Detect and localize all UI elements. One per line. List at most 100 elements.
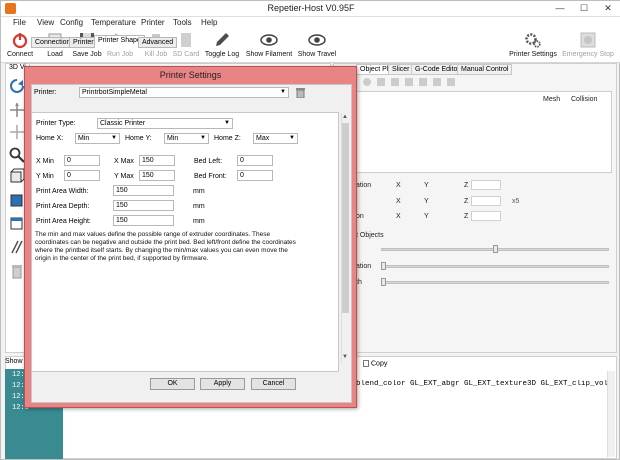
home-x-select[interactable]: Min ▼ bbox=[75, 133, 120, 144]
rotate-icon[interactable] bbox=[9, 78, 25, 94]
pencil-icon bbox=[216, 33, 229, 46]
height-unit: mm bbox=[193, 218, 205, 225]
menu-config[interactable]: Config bbox=[60, 18, 83, 27]
zoom-icon[interactable] bbox=[9, 147, 25, 163]
log-show-label[interactable]: Show bbox=[5, 358, 23, 365]
window-title: Repetier-Host V0.95F bbox=[267, 3, 355, 13]
axis-z-label: Z bbox=[464, 198, 469, 205]
move-object-icon[interactable] bbox=[9, 124, 25, 140]
dialog-title: Printer Settings bbox=[159, 70, 222, 80]
tab-manual-control[interactable]: Manual Control bbox=[457, 64, 513, 75]
maximize-button[interactable]: ☐ bbox=[573, 1, 595, 15]
menu-view[interactable]: View bbox=[37, 18, 54, 27]
connect-button[interactable]: Connect bbox=[6, 31, 34, 58]
tab-slicer[interactable]: Slicer bbox=[388, 64, 414, 75]
app-window: Repetier-Host V0.95F — ☐ ✕ File View Con… bbox=[0, 0, 620, 460]
eye-icon bbox=[260, 34, 278, 46]
autoposition-icon[interactable] bbox=[391, 78, 399, 86]
cube-view-icon[interactable] bbox=[9, 168, 25, 184]
toggle-log-button[interactable]: Toggle Log bbox=[203, 31, 241, 58]
show-filament-button[interactable]: Show Filament bbox=[244, 31, 294, 58]
slider-knob[interactable] bbox=[493, 245, 498, 253]
axis-x-label: X bbox=[396, 213, 401, 220]
move-icon[interactable] bbox=[9, 102, 25, 118]
chevron-down-icon: ▼ bbox=[200, 135, 206, 141]
menu-printer[interactable]: Printer bbox=[141, 18, 165, 27]
scroll-down-icon[interactable]: ▼ bbox=[342, 354, 348, 360]
parallel-lines-icon[interactable] bbox=[9, 239, 25, 255]
copy-log-button[interactable]: Copy bbox=[363, 360, 387, 367]
lock-scale-badge[interactable]: x5 bbox=[512, 198, 519, 205]
translation-z-input[interactable] bbox=[471, 180, 501, 190]
bed-front-input[interactable]: 0 bbox=[237, 170, 273, 181]
tab-gcode-editor[interactable]: G-Code Editor bbox=[411, 64, 464, 75]
rotation-slider-label: ation bbox=[356, 263, 372, 270]
rotation-slider-knob[interactable] bbox=[381, 262, 386, 270]
emergency-stop-button[interactable]: Emergency Stop bbox=[561, 31, 615, 58]
trash-icon[interactable] bbox=[296, 88, 305, 98]
log-scrollbar[interactable] bbox=[607, 371, 615, 457]
y-max-input[interactable]: 150 bbox=[139, 170, 175, 181]
tab-advanced[interactable]: Advanced bbox=[138, 37, 178, 48]
print-area-depth-input[interactable]: 150 bbox=[113, 200, 174, 211]
depth-unit: mm bbox=[193, 203, 205, 210]
home-y-select[interactable]: Min ▼ bbox=[164, 133, 209, 144]
dialog-scrollbar-thumb[interactable] bbox=[342, 123, 349, 313]
print-area-width-label: Print Area Width: bbox=[36, 188, 89, 195]
menu-help[interactable]: Help bbox=[201, 18, 217, 27]
add-object-icon[interactable] bbox=[363, 78, 371, 86]
top-view-icon[interactable] bbox=[9, 215, 25, 231]
x-max-input[interactable]: 150 bbox=[139, 155, 175, 166]
depth-slider-track[interactable] bbox=[381, 281, 609, 284]
power-icon bbox=[12, 33, 28, 49]
rotation-label: on bbox=[356, 213, 364, 220]
center-object-icon[interactable] bbox=[405, 78, 413, 86]
printer-type-select[interactable]: Classic Printer ▼ bbox=[97, 118, 233, 129]
close-window-button[interactable]: ✕ bbox=[597, 1, 619, 15]
cut-object-icon[interactable] bbox=[433, 78, 441, 86]
home-x-label: Home X: bbox=[36, 135, 64, 142]
print-area-height-input[interactable]: 150 bbox=[113, 215, 174, 226]
object-toolbar bbox=[359, 77, 609, 89]
depth-slider-knob[interactable] bbox=[381, 278, 386, 286]
printer-select[interactable]: PrintrbotSimpleMetal ▼ bbox=[79, 87, 289, 98]
x-min-input[interactable]: 0 bbox=[64, 155, 100, 166]
apply-button[interactable]: Apply bbox=[200, 378, 245, 390]
column-header-collision: Collision bbox=[571, 96, 598, 103]
sd-card-icon bbox=[181, 33, 191, 47]
printer-shape-description: The min and max values define the possib… bbox=[35, 231, 296, 262]
eye-icon bbox=[308, 34, 326, 46]
log-text: blend_color GL_EXT_abgr GL_EXT_texture3D… bbox=[356, 380, 609, 388]
ok-button[interactable]: OK bbox=[150, 378, 195, 390]
scale-z-input[interactable] bbox=[471, 196, 501, 206]
menu-file[interactable]: File bbox=[13, 18, 26, 27]
rotation-z-input[interactable] bbox=[471, 211, 501, 221]
y-min-input[interactable]: 0 bbox=[64, 170, 100, 181]
front-view-icon[interactable] bbox=[9, 192, 25, 208]
chevron-down-icon: ▼ bbox=[289, 135, 295, 141]
menu-tools[interactable]: Tools bbox=[173, 18, 192, 27]
copy-object-icon[interactable] bbox=[377, 78, 385, 86]
print-area-depth-label: Print Area Depth: bbox=[36, 203, 90, 210]
minimize-button[interactable]: — bbox=[549, 1, 571, 15]
cancel-button[interactable]: Cancel bbox=[251, 378, 296, 390]
axis-z-label: Z bbox=[464, 182, 469, 189]
scale-object-icon[interactable] bbox=[419, 78, 427, 86]
rotation-slider-track[interactable] bbox=[381, 265, 609, 268]
show-travel-button[interactable]: Show Travel bbox=[297, 31, 337, 58]
printer-settings-button[interactable]: Printer Settings bbox=[508, 31, 558, 58]
title-bar: Repetier-Host V0.95F — ☐ ✕ bbox=[1, 1, 620, 17]
gear-icon bbox=[525, 33, 541, 48]
scroll-up-icon[interactable]: ▲ bbox=[342, 114, 348, 120]
tab-connection[interactable]: Connection bbox=[31, 37, 75, 48]
width-unit: mm bbox=[193, 188, 205, 195]
menu-bar: File View Config Temperature Printer Too… bbox=[1, 17, 620, 29]
menu-temperature[interactable]: Temperature bbox=[91, 18, 136, 27]
printer-type-label: Printer Type: bbox=[36, 120, 76, 127]
object-table[interactable]: Mesh Collision bbox=[356, 91, 612, 173]
print-area-width-input[interactable]: 150 bbox=[113, 185, 174, 196]
remove-object-icon[interactable] bbox=[447, 78, 455, 86]
bed-left-input[interactable]: 0 bbox=[237, 155, 273, 166]
home-z-select[interactable]: Max ▼ bbox=[253, 133, 298, 144]
trash-icon[interactable] bbox=[9, 263, 25, 279]
